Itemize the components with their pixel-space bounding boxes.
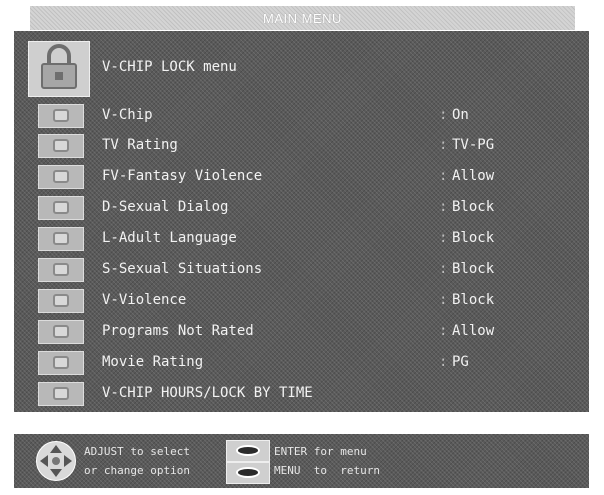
menu-item-value[interactable]: Allow: [452, 323, 494, 339]
hint-change-option: or change option: [84, 464, 190, 477]
tv-icon: [38, 134, 84, 158]
main-menu-tab: MAIN MENU: [30, 6, 575, 30]
menu-item-value[interactable]: TV-PG: [452, 137, 494, 153]
hint-enter-menu: ENTER for menu: [274, 445, 367, 458]
menu-item-programs-not-rated[interactable]: Programs Not Rated : Allow: [14, 317, 589, 347]
enter-button-icon: [226, 440, 270, 462]
menu-item-sexual-dialog[interactable]: D-Sexual Dialog : Block: [14, 193, 589, 223]
menu-item-separator: :: [439, 230, 448, 246]
menu-item-value[interactable]: Allow: [452, 168, 494, 184]
menu-item-label: D-Sexual Dialog: [102, 199, 229, 215]
menu-item-value[interactable]: Block: [452, 292, 494, 308]
hint-menu-return: MENU to return: [274, 464, 380, 477]
menu-item-hours-lock-by-time[interactable]: V-CHIP HOURS/LOCK BY TIME: [14, 379, 589, 409]
menu-item-separator: :: [439, 323, 448, 339]
tv-icon: [38, 351, 84, 375]
menu-item-label: S-Sexual Situations: [102, 261, 263, 277]
hint-adjust-select: ADJUST to select: [84, 445, 190, 458]
menu-item-label: V-CHIP HOURS/LOCK BY TIME: [102, 385, 313, 401]
menu-item-separator: :: [439, 261, 448, 277]
menu-item-tv-rating[interactable]: TV Rating : TV-PG: [14, 131, 589, 161]
menu-item-separator: :: [439, 137, 448, 153]
menu-item-value[interactable]: Block: [452, 199, 494, 215]
menu-item-sexual-situations[interactable]: S-Sexual Situations : Block: [14, 255, 589, 285]
menu-item-v-chip[interactable]: V-Chip : On: [14, 101, 589, 131]
menu-item-value[interactable]: Block: [452, 261, 494, 277]
menu-button-icon: [226, 462, 270, 484]
tv-icon: [38, 258, 84, 282]
menu-item-label: TV Rating: [102, 137, 178, 153]
menu-item-separator: :: [439, 107, 448, 123]
menu-item-value[interactable]: On: [452, 107, 469, 123]
menu-item-label: FV-Fantasy Violence: [102, 168, 263, 184]
menu-item-movie-rating[interactable]: Movie Rating : PG: [14, 348, 589, 378]
menu-item-label: V-Violence: [102, 292, 187, 308]
panel-header: V-CHIP LOCK menu: [14, 37, 589, 97]
tv-icon: [38, 320, 84, 344]
tv-icon: [38, 165, 84, 189]
menu-item-label: V-Chip: [102, 107, 153, 123]
v-chip-lock-panel: V-CHIP LOCK menu V-Chip : On TV Rating :…: [14, 31, 589, 412]
menu-item-violence[interactable]: V-Violence : Block: [14, 286, 589, 316]
tv-icon: [38, 382, 84, 406]
menu-item-label: Programs Not Rated: [102, 323, 254, 339]
menu-item-value[interactable]: Block: [452, 230, 494, 246]
menu-item-separator: :: [439, 168, 448, 184]
lock-icon: [28, 41, 90, 97]
tv-icon: [38, 289, 84, 313]
menu-item-label: L-Adult Language: [102, 230, 237, 246]
menu-item-adult-language[interactable]: L-Adult Language : Block: [14, 224, 589, 254]
menu-item-fantasy-violence[interactable]: FV-Fantasy Violence : Allow: [14, 162, 589, 192]
main-menu-title: MAIN MENU: [263, 11, 342, 26]
help-bar: ADJUST to select or change option ENTER …: [14, 434, 589, 488]
menu-item-label: Movie Rating: [102, 354, 204, 370]
tv-icon: [38, 227, 84, 251]
page-title: V-CHIP LOCK menu: [102, 59, 237, 75]
tv-icon: [38, 104, 84, 128]
tv-icon: [38, 196, 84, 220]
menu-item-separator: :: [439, 354, 448, 370]
menu-item-separator: :: [439, 292, 448, 308]
menu-item-value[interactable]: PG: [452, 354, 469, 370]
menu-item-separator: :: [439, 199, 448, 215]
dpad-icon: [36, 441, 76, 481]
